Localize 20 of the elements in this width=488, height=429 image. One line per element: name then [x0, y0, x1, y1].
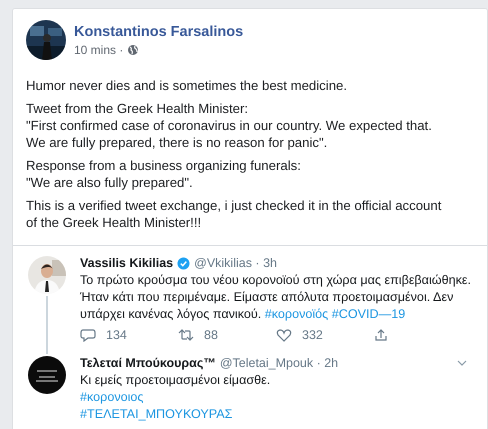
post-paragraph: Humor never dies and is sometimes the best medicine. — [26, 77, 348, 94]
tweet-author[interactable]: Vassilis Kikilias — [80, 256, 174, 270]
retweet-icon — [178, 328, 194, 342]
globe-icon — [127, 44, 140, 56]
action-count: 134 — [106, 328, 127, 342]
post-paragraph: Tweet from the Greek Health Minister: "First confirmed case of coronavirus in our country. We expected that. We are fully prepared, there is no reason for panic". — [26, 100, 433, 151]
reply-icon — [80, 328, 96, 342]
action-count: 332 — [302, 328, 323, 342]
author-name[interactable]: Konstantinos Farsalinos — [74, 24, 244, 40]
post-time[interactable]: 10 mins · — [74, 42, 124, 56]
post-paragraph: This is a verified tweet exchange, i just checked it in the official account of the Greek Health Minister!!! — [26, 197, 442, 231]
tweet-text: Κι εμείς προετοιμασμένοι είμασθε. #κορονοιος #ΤΕΛΕΤΑΙ_ΜΠΟΥΚΟΥΡΑΣ — [80, 372, 272, 423]
post-paragraph: Response from a business organizing funerals: "We are also fully prepared". — [26, 157, 302, 191]
action-count: 88 — [204, 328, 218, 342]
share-icon — [374, 328, 388, 342]
tweet-handle[interactable]: @Vkikilias · 3h — [194, 256, 277, 270]
tweet-handle[interactable]: @Teletai_Mpouk · 2h — [220, 356, 338, 370]
heart-icon — [276, 328, 292, 342]
tweet-author[interactable]: Τελεταί Μπούκουρας™ — [80, 356, 216, 370]
tweet-text: Το πρώτο κρούσμα του νέου κορονοϊού στη χώρα μας επιβεβαιώθηκε. Ήταν κάτι που περιμέναμε. Είμαστε απόλυτα προετοιμασμένοι. Δεν υπάρχει κανένας λόγος πανικού. #κορονοϊός #COVID—19 — [80, 272, 472, 323]
